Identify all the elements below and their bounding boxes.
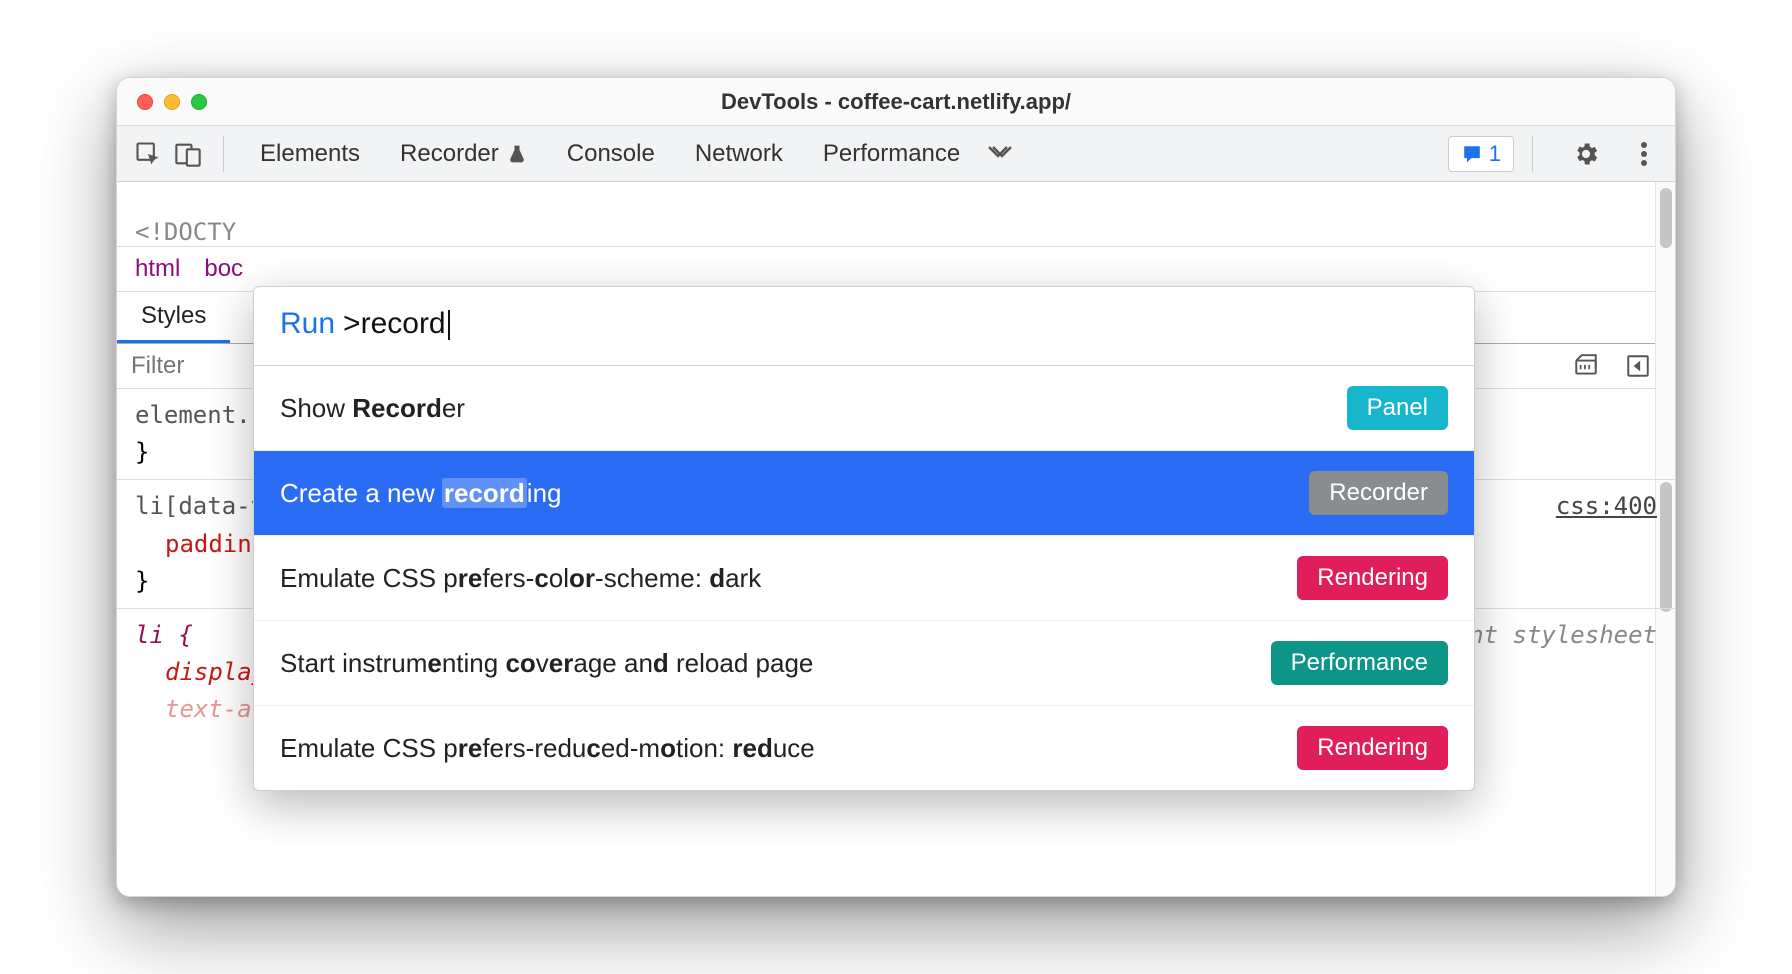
run-prefix: Run bbox=[280, 307, 335, 341]
command-suggestion[interactable]: Emulate CSS prefers-color-scheme: dark Re… bbox=[254, 536, 1474, 621]
command-input-row[interactable]: Run >record bbox=[254, 287, 1474, 366]
breadcrumb-item[interactable]: boc bbox=[204, 255, 243, 283]
css-selector: element.s bbox=[135, 401, 265, 429]
flask-icon bbox=[507, 144, 527, 164]
suggestion-badge: Rendering bbox=[1297, 726, 1448, 770]
suggestion-text: Show Recorder bbox=[280, 393, 465, 424]
suggestion-badge: Rendering bbox=[1297, 556, 1448, 600]
issues-button[interactable]: 1 bbox=[1448, 136, 1514, 172]
device-toolbar-icon[interactable] bbox=[171, 137, 205, 171]
breadcrumb-item[interactable]: html bbox=[135, 255, 180, 283]
issues-icon bbox=[1461, 143, 1483, 165]
css-source-link[interactable]: css:400 bbox=[1556, 488, 1657, 525]
settings-gear-icon[interactable] bbox=[1569, 137, 1603, 171]
tab-label: Network bbox=[695, 140, 783, 168]
command-suggestions: Show Recorder Panel Create a new recording… bbox=[254, 366, 1474, 790]
issues-count: 1 bbox=[1489, 141, 1501, 167]
inspect-element-icon[interactable] bbox=[131, 137, 165, 171]
command-suggestion[interactable]: Create a new recording Recorder bbox=[254, 451, 1474, 536]
tab-elements[interactable]: Elements bbox=[260, 140, 360, 168]
separator bbox=[223, 136, 224, 172]
tab-label: Performance bbox=[823, 140, 960, 168]
zoom-window-button[interactable] bbox=[191, 94, 207, 110]
content-area: <!DOCTY html boc Styles element.s } bbox=[117, 182, 1675, 896]
more-menu-icon[interactable] bbox=[1627, 137, 1661, 171]
suggestion-text: Emulate CSS prefers-reduced-motion: redu… bbox=[280, 733, 815, 764]
tab-recorder[interactable]: Recorder bbox=[400, 140, 527, 168]
css-property: paddin bbox=[165, 530, 252, 558]
window-title: DevTools - coffee-cart.netlify.app/ bbox=[117, 89, 1675, 115]
tab-label: Recorder bbox=[400, 140, 499, 168]
command-palette: Run >record Show Recorder Panel Create a n… bbox=[253, 286, 1475, 791]
tab-label: Console bbox=[567, 140, 655, 168]
command-suggestion[interactable]: Start instrumenting coverage and reload … bbox=[254, 621, 1474, 706]
tab-console[interactable]: Console bbox=[567, 140, 655, 168]
dom-tree[interactable]: <!DOCTY bbox=[117, 218, 1675, 246]
suggestion-text: Create a new recording bbox=[280, 478, 562, 509]
text-caret bbox=[448, 310, 450, 340]
suggestion-badge: Performance bbox=[1271, 641, 1448, 685]
tab-performance[interactable]: Performance bbox=[823, 140, 960, 168]
css-selector: li { bbox=[135, 621, 193, 649]
panel-tabs: Elements Recorder Console Network Perfor… bbox=[260, 140, 960, 168]
tab-network[interactable]: Network bbox=[695, 140, 783, 168]
toggle-classes-icon[interactable] bbox=[1569, 349, 1603, 383]
doctype-node: <!DOCTY bbox=[135, 218, 236, 246]
minimize-window-button[interactable] bbox=[164, 94, 180, 110]
css-selector: li[data-v bbox=[135, 492, 265, 520]
separator bbox=[1532, 136, 1533, 172]
css-property: display bbox=[165, 658, 266, 686]
tab-styles[interactable]: Styles bbox=[117, 292, 230, 343]
suggestion-badge: Recorder bbox=[1309, 471, 1448, 515]
suggestion-badge: Panel bbox=[1347, 386, 1448, 430]
close-window-button[interactable] bbox=[137, 94, 153, 110]
command-suggestion[interactable]: Show Recorder Panel bbox=[254, 366, 1474, 451]
titlebar: DevTools - coffee-cart.netlify.app/ bbox=[117, 78, 1675, 126]
command-query: >record bbox=[343, 307, 450, 341]
devtools-window: DevTools - coffee-cart.netlify.app/ Elem… bbox=[116, 77, 1676, 897]
scrollbar-thumb[interactable] bbox=[1660, 188, 1672, 248]
suggestion-text: Start instrumenting coverage and reload … bbox=[280, 648, 813, 679]
command-suggestion[interactable]: Emulate CSS prefers-reduced-motion: redu… bbox=[254, 706, 1474, 790]
more-tabs-button[interactable] bbox=[986, 140, 1014, 168]
devtools-toolbar: Elements Recorder Console Network Perfor… bbox=[117, 126, 1675, 182]
computed-panel-icon[interactable] bbox=[1621, 349, 1655, 383]
tab-label: Elements bbox=[260, 140, 360, 168]
traffic-lights bbox=[137, 94, 207, 110]
suggestion-text: Emulate CSS prefers-color-scheme: dark bbox=[280, 563, 761, 594]
